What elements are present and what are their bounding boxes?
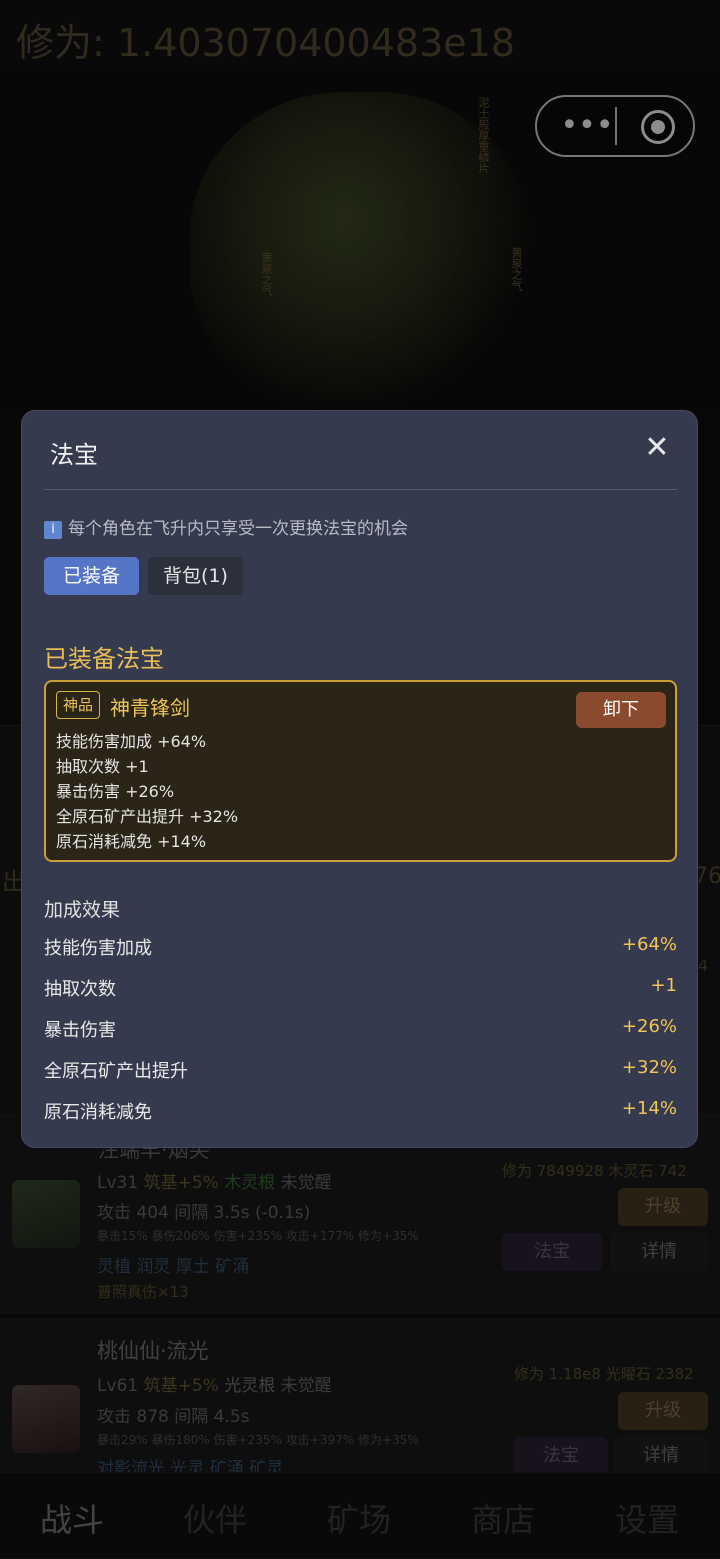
fabao-stat: 技能伤害加成 +64% (56, 732, 207, 751)
bonus-row: 暴击伤害 +26% (44, 1016, 677, 1046)
bonus-row: 技能伤害加成 +64% (44, 934, 677, 964)
bonus-label: 技能伤害加成 (44, 938, 152, 959)
fabao-stat: 全原石矿产出提升 +32% (56, 807, 239, 826)
bonus-value: +26% (621, 1016, 677, 1037)
fabao-stat: 原石消耗减免 +14% (56, 832, 207, 851)
tab-equipped[interactable]: 已装备 (44, 557, 139, 595)
bonus-label: 抽取次数 (44, 979, 116, 1000)
bonus-title: 加成效果 (44, 899, 121, 921)
bonus-value: +1 (650, 975, 677, 996)
info-icon: i (44, 521, 62, 539)
tab-bag[interactable]: 背包(1) (148, 557, 243, 595)
bonus-value: +14% (621, 1098, 677, 1119)
notice-text: 每个角色在飞升内只享受一次更换法宝的机会 (68, 519, 408, 539)
section-title: 已装备法宝 (44, 645, 164, 673)
bonus-value: +64% (621, 934, 677, 955)
modal-divider (44, 489, 677, 490)
bonus-value: +32% (621, 1057, 677, 1078)
fabao-stat: 暴击伤害 +26% (56, 782, 175, 801)
bonus-label: 原石消耗减免 (44, 1102, 152, 1123)
bonus-label: 全原石矿产出提升 (44, 1061, 188, 1082)
bonus-row: 原石消耗减免 +14% (44, 1098, 677, 1128)
bonus-row: 抽取次数 +1 (44, 975, 677, 1005)
notice-line: i 每个角色在飞升内只享受一次更换法宝的机会 (44, 514, 408, 539)
modal-title: 法宝 (50, 441, 98, 469)
bonus-row: 全原石矿产出提升 +32% (44, 1057, 677, 1087)
bonus-label: 暴击伤害 (44, 1020, 116, 1041)
grade-badge: 神品 (56, 691, 101, 719)
unequip-button[interactable]: 卸下 (576, 692, 666, 728)
fabao-stat: 抽取次数 +1 (56, 757, 149, 776)
fabao-name: 神青锋剑 (110, 696, 190, 720)
close-icon[interactable]: ✕ (642, 433, 672, 463)
equipped-fabao-card: 神品 神青锋剑 卸下 技能伤害加成 +64% 抽取次数 +1 暴击伤害 +26%… (44, 680, 677, 862)
fabao-modal: 法宝 ✕ i 每个角色在飞升内只享受一次更换法宝的机会 已装备 背包(1) 已装备… (21, 410, 698, 1148)
